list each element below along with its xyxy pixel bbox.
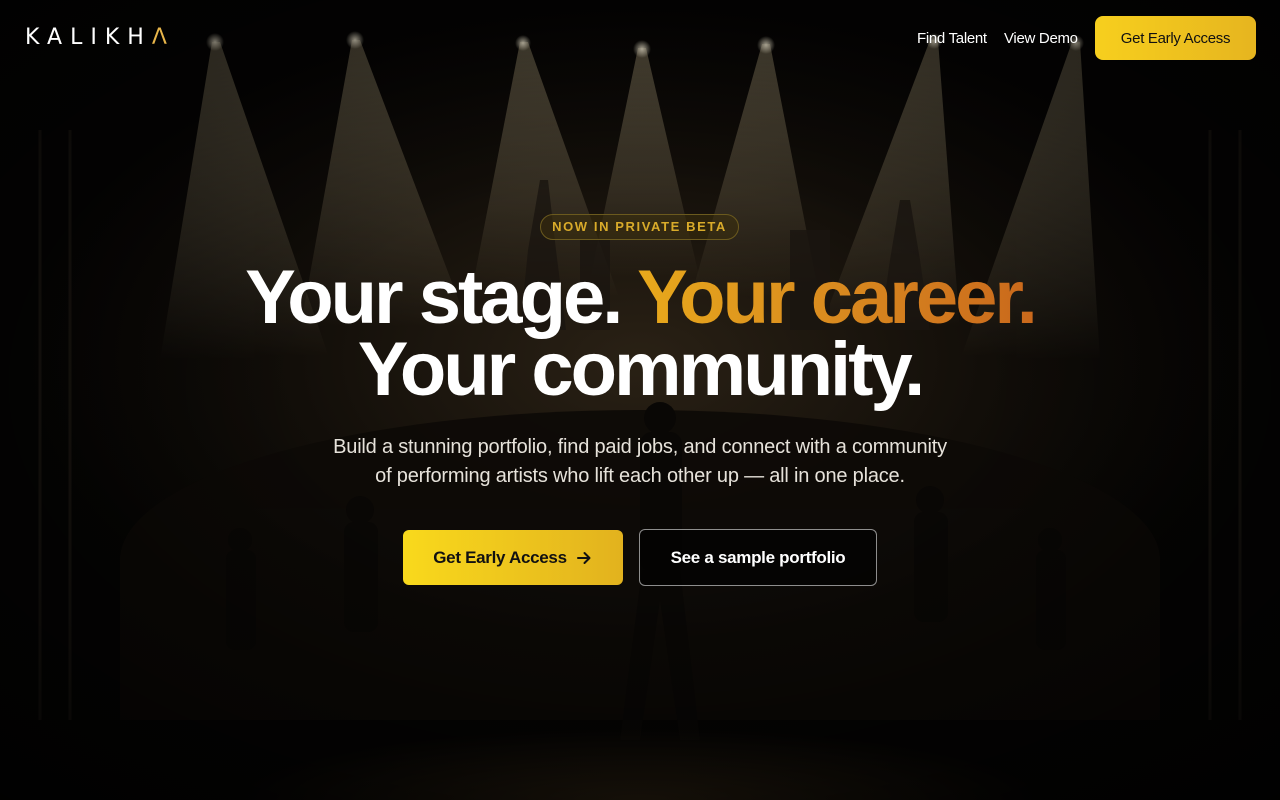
primary-cta-label: Get Early Access	[433, 547, 567, 567]
hero-get-early-access-button[interactable]: Get Early Access	[403, 530, 623, 585]
logo-text: KALIKH	[25, 25, 152, 50]
hero-subtitle: Build a stunning portfolio, find paid jo…	[290, 433, 990, 491]
arrow-right-icon	[575, 549, 593, 567]
subtitle-line-1: Build a stunning portfolio, find paid jo…	[333, 436, 947, 458]
header-get-early-access-button[interactable]: Get Early Access	[1095, 16, 1256, 60]
logo-accent-glyph: Λ	[151, 25, 175, 50]
nav-find-talent-link[interactable]: Find Talent	[917, 29, 987, 49]
private-beta-badge: NOW IN PRIVATE BETA	[540, 214, 739, 240]
headline-line-1: Your stage. Your career.	[0, 260, 1280, 336]
site-header: KALIKHΛ Find Talent View Demo Get Early …	[0, 0, 1280, 80]
subtitle-line-2: of performing artists who lift each othe…	[375, 465, 905, 487]
see-sample-portfolio-button[interactable]: See a sample portfolio	[639, 529, 877, 586]
headline-line-2: Your community.	[357, 327, 925, 412]
hero-headline: Your stage. Your career. Your community.	[0, 260, 1280, 412]
nav-view-demo-link[interactable]: View Demo	[1004, 29, 1078, 49]
brand-logo[interactable]: KALIKHΛ	[25, 26, 175, 50]
